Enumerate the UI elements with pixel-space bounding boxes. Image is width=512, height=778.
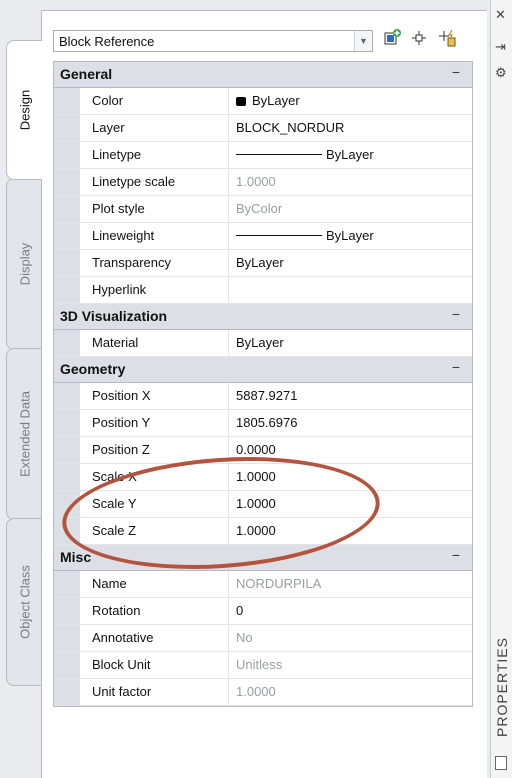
tab-design[interactable]: Design — [6, 40, 42, 180]
property-row[interactable]: Position Z 0.0000 — [54, 437, 472, 464]
property-name: Linetype scale — [80, 169, 229, 195]
autohide-icon[interactable]: ⇥ — [495, 40, 506, 54]
property-value[interactable]: 1.0000 — [236, 679, 276, 705]
property-value[interactable]: No — [236, 625, 253, 651]
property-row[interactable]: Scale Z 1.0000 — [54, 518, 472, 545]
property-value[interactable]: 1805.6976 — [236, 410, 297, 436]
property-name: Plot style — [80, 196, 229, 222]
properties-panel: Block Reference ▼ General − Color ByLaye… — [41, 10, 487, 778]
tab-display-label: Display — [17, 242, 32, 286]
property-name: Linetype — [80, 142, 229, 168]
property-row[interactable]: Name NORDURPILA — [54, 571, 472, 598]
object-type-dropdown[interactable]: Block Reference ▼ — [53, 30, 373, 52]
tab-object-class[interactable]: Object Class — [6, 518, 42, 686]
property-value[interactable]: NORDURPILA — [236, 571, 321, 597]
add-selected-object-icon[interactable] — [382, 29, 404, 51]
property-value[interactable]: 5887.9271 — [236, 383, 297, 409]
property-value[interactable]: 1.0000 — [236, 491, 276, 517]
property-name: Annotative — [80, 625, 229, 651]
tab-design-label: Design — [17, 89, 32, 131]
property-row[interactable]: Transparency ByLayer — [54, 250, 472, 277]
close-icon[interactable]: ✕ — [495, 8, 506, 22]
linetype-sample-icon — [236, 154, 322, 155]
collapse-icon[interactable]: − — [452, 359, 460, 375]
collapse-icon[interactable]: − — [452, 547, 460, 563]
tab-extended-data-label: Extended Data — [17, 390, 32, 478]
property-row[interactable]: Hyperlink — [54, 277, 472, 304]
property-name: Lineweight — [80, 223, 229, 249]
property-name: Scale X — [80, 464, 229, 490]
property-name: Color — [80, 88, 229, 114]
settings-icon[interactable]: ⚙ — [495, 66, 507, 80]
property-name: Rotation — [80, 598, 229, 624]
category-general[interactable]: General − — [54, 62, 472, 88]
property-row[interactable]: Linetype ByLayer — [54, 142, 472, 169]
property-row[interactable]: Position Y 1805.6976 — [54, 410, 472, 437]
property-name: Name — [80, 571, 229, 597]
property-value[interactable]: BLOCK_NORDUR — [236, 115, 344, 141]
property-row[interactable]: Unit factor 1.0000 — [54, 679, 472, 706]
palette-title-bar: ✕ ⇥ ⚙ PROPERTIES — [490, 0, 512, 778]
property-row[interactable]: Scale Y 1.0000 — [54, 491, 472, 518]
tab-object-class-label: Object Class — [17, 565, 32, 639]
category-misc[interactable]: Misc − — [54, 545, 472, 571]
property-value[interactable]: 1.0000 — [236, 518, 276, 544]
category-geometry[interactable]: Geometry − — [54, 357, 472, 383]
property-name: Unit factor — [80, 679, 229, 705]
property-value[interactable]: Unitless — [236, 652, 282, 678]
property-value[interactable]: 0 — [236, 598, 243, 624]
property-value[interactable]: 1.0000 — [236, 169, 276, 195]
property-row[interactable]: Scale X 1.0000 — [54, 464, 472, 491]
category-title: 3D Visualization — [60, 308, 168, 324]
property-value[interactable]: ByLayer — [236, 142, 374, 168]
object-type-value: Block Reference — [59, 34, 155, 49]
property-name: Position X — [80, 383, 229, 409]
property-row[interactable]: Material ByLayer — [54, 330, 472, 357]
lineweight-sample-icon — [236, 235, 322, 236]
property-name: Transparency — [80, 250, 229, 276]
chevron-down-icon[interactable]: ▼ — [354, 31, 372, 51]
property-row[interactable]: Layer BLOCK_NORDUR — [54, 115, 472, 142]
property-name: Hyperlink — [80, 277, 229, 303]
property-value[interactable]: ByLayer — [236, 223, 374, 249]
property-name: Position Z — [80, 437, 229, 463]
property-value[interactable]: 1.0000 — [236, 464, 276, 490]
property-name: Scale Z — [80, 518, 229, 544]
collapse-icon[interactable]: − — [452, 306, 460, 322]
property-grid: General − Color ByLayer Layer BLOCK_NORD… — [53, 61, 473, 707]
property-value[interactable]: ByLayer — [236, 250, 284, 276]
property-row[interactable]: Rotation 0 — [54, 598, 472, 625]
property-name: Block Unit — [80, 652, 229, 678]
select-objects-icon[interactable] — [408, 29, 430, 51]
property-row[interactable]: Lineweight ByLayer — [54, 223, 472, 250]
tab-extended-data[interactable]: Extended Data — [6, 348, 42, 520]
property-name: Position Y — [80, 410, 229, 436]
property-row[interactable]: Block Unit Unitless — [54, 652, 472, 679]
properties-icon — [495, 756, 507, 770]
category-title: General — [60, 66, 113, 82]
category-title: Geometry — [60, 361, 126, 377]
quick-select-icon[interactable] — [436, 29, 458, 51]
property-row[interactable]: Position X 5887.9271 — [54, 383, 472, 410]
color-swatch-icon — [236, 97, 246, 106]
property-value[interactable]: ByLayer — [236, 330, 284, 356]
property-name: Layer — [80, 115, 229, 141]
property-value[interactable]: ByColor — [236, 196, 282, 222]
category-title: Misc — [60, 549, 92, 565]
property-row[interactable]: Plot style ByColor — [54, 196, 472, 223]
property-name: Scale Y — [80, 491, 229, 517]
property-row[interactable]: Color ByLayer — [54, 88, 472, 115]
property-value[interactable]: ByLayer — [236, 88, 300, 114]
property-value[interactable]: 0.0000 — [236, 437, 276, 463]
palette-title: PROPERTIES — [494, 637, 510, 737]
property-row[interactable]: Annotative No — [54, 625, 472, 652]
collapse-icon[interactable]: − — [452, 64, 460, 80]
category-3d-visualization[interactable]: 3D Visualization − — [54, 304, 472, 330]
tab-display[interactable]: Display — [6, 178, 42, 350]
property-row[interactable]: Linetype scale 1.0000 — [54, 169, 472, 196]
property-name: Material — [80, 330, 229, 356]
